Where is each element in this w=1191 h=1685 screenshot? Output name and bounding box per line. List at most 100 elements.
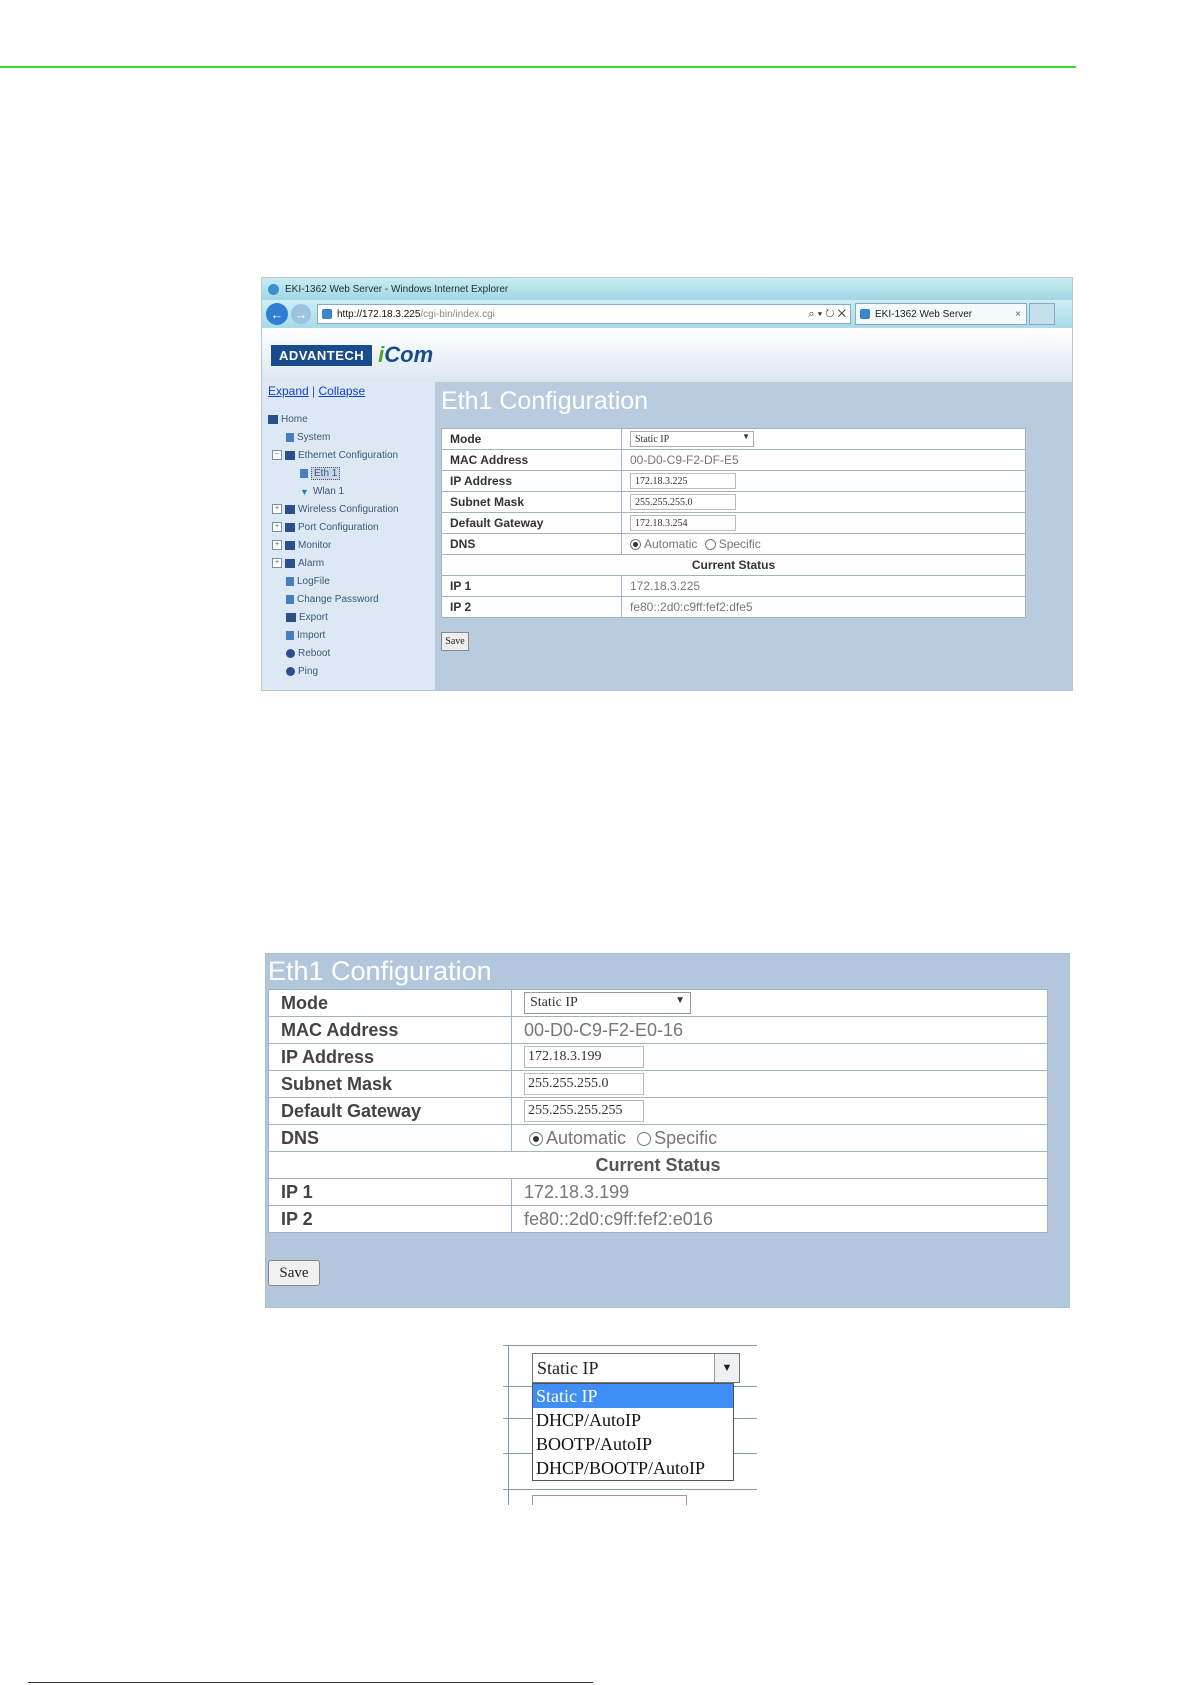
ip-label: IP Address bbox=[441, 470, 622, 492]
dns-specific-radio[interactable] bbox=[704, 539, 716, 551]
option-dhcp-autoip[interactable]: DHCP/AutoIP bbox=[533, 1408, 733, 1432]
status-header: Current Status bbox=[441, 554, 1026, 576]
option-static-ip[interactable]: Static IP bbox=[533, 1384, 733, 1408]
table-row: Current Status bbox=[441, 554, 1026, 576]
forward-arrow-icon[interactable]: → bbox=[291, 304, 311, 324]
wifi-icon: ▼ bbox=[300, 486, 309, 497]
ip-address-field[interactable]: 172.18.3.225 bbox=[630, 473, 736, 489]
folder-icon bbox=[285, 558, 295, 568]
eth1-config-panel: Eth1 Configuration Mode Static IP ▼ MAC A… bbox=[265, 953, 1070, 1308]
sidebar-item-label: Wlan 1 bbox=[313, 485, 345, 497]
sidebar-item-label: Home bbox=[281, 413, 308, 425]
table-row: DNS Automatic Specific bbox=[268, 1124, 1048, 1152]
sidebar-item-change-password[interactable]: Change Password bbox=[262, 590, 435, 608]
sidebar-item-monitor[interactable]: + Monitor bbox=[262, 536, 435, 554]
option-dhcp-bootp-autoip[interactable]: DHCP/BOOTP/AutoIP bbox=[533, 1456, 733, 1480]
mode-label: Mode bbox=[268, 989, 512, 1017]
folder-icon bbox=[285, 504, 295, 514]
sidebar-item-ping[interactable]: Ping bbox=[262, 662, 435, 680]
save-button[interactable]: Save bbox=[441, 632, 469, 651]
default-gateway-field[interactable]: 255.255.255.255 bbox=[524, 1100, 644, 1122]
sidebar-item-wireless-configuration[interactable]: + Wireless Configuration bbox=[262, 500, 435, 518]
table-row: DNS Automatic Specific bbox=[441, 533, 1026, 555]
mode-select[interactable]: Static IP ▼ bbox=[524, 992, 691, 1014]
sidebar-item-wlan1[interactable]: ▼ Wlan 1 bbox=[262, 482, 435, 500]
footer-rule bbox=[28, 1682, 593, 1683]
gateway-label: Default Gateway bbox=[268, 1097, 512, 1125]
sidebar-item-reboot[interactable]: Reboot bbox=[262, 644, 435, 662]
chevron-down-icon: ▼ bbox=[675, 995, 685, 1006]
sidebar-item-eth1[interactable]: Eth 1 bbox=[262, 464, 435, 482]
table-row: MAC Address 00-D0-C9-F2-E0-16 bbox=[268, 1016, 1048, 1044]
collapse-link[interactable]: Collapse bbox=[319, 384, 366, 398]
sidebar-item-label: Ping bbox=[298, 665, 319, 677]
window-title: EKI-1362 Web Server - Windows Internet E… bbox=[285, 283, 509, 295]
url-field[interactable]: http://172.18.3.225 /cgi-bin/index.cgi ⌕… bbox=[317, 304, 851, 324]
expand-toggle-icon[interactable]: + bbox=[272, 504, 282, 514]
ip2-label: IP 2 bbox=[268, 1205, 512, 1233]
browser-tab[interactable]: EKI-1362 Web Server × bbox=[855, 303, 1027, 325]
chevron-down-icon[interactable]: ▼ bbox=[714, 1354, 739, 1382]
sidebar-item-home[interactable]: Home bbox=[262, 410, 435, 428]
mode-dropdown-closeup: Static IP ▼ Static IP DHCP/AutoIP BOOTP/… bbox=[503, 1345, 757, 1505]
mode-select[interactable]: Static IP ▼ bbox=[532, 1353, 740, 1383]
subnet-mask-field[interactable]: 255.255.255.0 bbox=[630, 494, 736, 510]
sidebar-item-port-configuration[interactable]: + Port Configuration bbox=[262, 518, 435, 536]
expand-link[interactable]: Expand bbox=[268, 384, 309, 398]
sidebar-item-ethernet-configuration[interactable]: − Ethernet Configuration bbox=[262, 446, 435, 464]
sidebar-item-export[interactable]: Export bbox=[262, 608, 435, 626]
sidebar-item-label: Monitor bbox=[298, 539, 332, 551]
table-row: IP 2 fe80::2d0:c9ff:fef2:dfe5 bbox=[441, 596, 1026, 618]
back-arrow-icon[interactable]: ← bbox=[266, 303, 288, 325]
ip-address-field-partial[interactable] bbox=[532, 1495, 687, 1505]
dns-specific-label: Specific bbox=[654, 1127, 718, 1148]
folder-icon bbox=[285, 522, 295, 532]
table-row: IP Address 172.18.3.225 bbox=[441, 470, 1026, 492]
sidebar-item-alarm[interactable]: + Alarm bbox=[262, 554, 435, 572]
save-disk-icon bbox=[286, 612, 296, 622]
gateway-label: Default Gateway bbox=[441, 512, 622, 534]
mode-select-value: Static IP bbox=[635, 433, 670, 445]
separator: | bbox=[312, 384, 316, 398]
dns-automatic-radio[interactable] bbox=[630, 539, 641, 551]
mode-select[interactable]: Static IP ▼ bbox=[630, 431, 754, 447]
sidebar-item-logfile[interactable]: LogFile bbox=[262, 572, 435, 590]
tab-close-icon[interactable]: × bbox=[1015, 309, 1021, 320]
sidebar-item-label: Reboot bbox=[298, 647, 331, 659]
sidebar-item-label: LogFile bbox=[297, 575, 330, 587]
sidebar-item-label: Port Configuration bbox=[298, 521, 379, 533]
mode-options-list: Static IP DHCP/AutoIP BOOTP/AutoIP DHCP/… bbox=[532, 1383, 734, 1481]
sidebar-item-label: Eth 1 bbox=[311, 466, 341, 480]
table-row: MAC Address 00-D0-C9-F2-DF-E5 bbox=[441, 449, 1026, 471]
url-controls[interactable]: ⌕ ▾ ↻ ✕ bbox=[808, 308, 846, 321]
option-bootp-autoip[interactable]: BOOTP/AutoIP bbox=[533, 1432, 733, 1456]
document-icon bbox=[286, 432, 294, 442]
table-border bbox=[503, 1489, 757, 1490]
expand-toggle-icon[interactable]: + bbox=[272, 522, 282, 532]
folder-icon bbox=[285, 450, 295, 460]
subnet-mask-field[interactable]: 255.255.255.0 bbox=[524, 1073, 644, 1095]
ip-address-field[interactable]: 172.18.3.199 bbox=[524, 1046, 644, 1068]
expand-toggle-icon[interactable]: + bbox=[272, 540, 282, 550]
ip2-label: IP 2 bbox=[441, 596, 622, 618]
dns-automatic-radio[interactable] bbox=[529, 1131, 543, 1146]
expand-toggle-icon[interactable]: + bbox=[272, 558, 282, 568]
tab-title: EKI-1362 Web Server bbox=[875, 308, 973, 320]
table-row: IP Address 172.18.3.199 bbox=[268, 1043, 1048, 1071]
import-icon bbox=[286, 630, 294, 640]
default-gateway-field[interactable]: 172.18.3.254 bbox=[630, 515, 736, 531]
window-titlebar: EKI-1362 Web Server - Windows Internet E… bbox=[262, 278, 1072, 300]
document-icon bbox=[286, 576, 294, 586]
sidebar-item-system[interactable]: System bbox=[262, 428, 435, 446]
table-row: IP 1 172.18.3.225 bbox=[441, 575, 1026, 597]
save-button[interactable]: Save bbox=[268, 1260, 320, 1286]
sidebar-item-import[interactable]: Import bbox=[262, 626, 435, 644]
new-tab-button[interactable] bbox=[1029, 303, 1055, 325]
sidebar-item-label: System bbox=[297, 431, 331, 443]
url-host: http://172.18.3.225 bbox=[337, 308, 421, 320]
ip2-value: fe80::2d0:c9ff:fef2:e016 bbox=[511, 1205, 1048, 1233]
collapse-toggle-icon[interactable]: − bbox=[272, 450, 282, 460]
dns-specific-radio[interactable] bbox=[637, 1131, 652, 1146]
table-row: Current Status bbox=[268, 1151, 1048, 1179]
mac-label: MAC Address bbox=[268, 1016, 512, 1044]
